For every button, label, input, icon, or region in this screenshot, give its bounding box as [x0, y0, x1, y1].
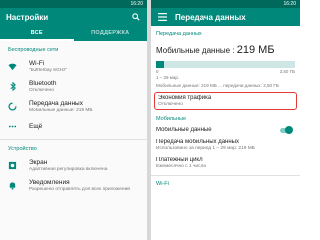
display-icon [8, 161, 17, 170]
page-title: Настройки [6, 12, 49, 22]
usage-summary: Мобильные данные: 219 МБ ... передачи да… [156, 83, 279, 88]
settings-screen: 16:20 Настройки ВСЕ ПОДДЕРЖКА Беспроводн… [0, 0, 147, 240]
usage-progress-bar [156, 61, 295, 68]
billing-cycle-item[interactable]: Платежный цикл Ежемесячно с 1 числа [151, 154, 300, 172]
mobile-data-switch[interactable] [280, 126, 293, 134]
status-time: 16:20 [283, 1, 296, 7]
transfer-label: Передача мобильных данных [156, 139, 239, 145]
status-bar: 16:20 [0, 0, 147, 8]
item-sub: "buffterbay 5GHz" [29, 67, 68, 73]
data-usage-screen: 16:20 Передача данных Передача данных Мо… [151, 0, 300, 240]
mobile-data-total-label: Мобильные данные : [156, 46, 237, 55]
notifications-icon [8, 181, 17, 190]
wifi-icon [8, 62, 17, 71]
section-mobile: Мобильные [156, 116, 187, 122]
mobile-data-label: Мобильные данные [156, 127, 212, 133]
item-label: Wi-Fi [29, 59, 45, 67]
search-icon[interactable] [131, 12, 141, 22]
bluetooth-icon [8, 81, 17, 91]
item-label: Ещё [29, 122, 43, 130]
data-saver-label: Экономия трафика [158, 95, 212, 101]
mobile-data-transfer-item[interactable]: Передача мобильных данных Использовано з… [151, 136, 300, 154]
item-sub: Адаптивная регулировка включена [29, 166, 108, 172]
settings-item-notifications[interactable]: Уведомления Разрешено отправлять для все… [0, 175, 147, 195]
billing-label: Платежный цикл [156, 157, 203, 163]
item-label: Передача данных [29, 99, 83, 107]
status-time: 16:20 [130, 1, 143, 7]
tab-support[interactable]: ПОДДЕРЖКА [74, 26, 148, 41]
section-device: Устройство [8, 146, 37, 152]
page-title: Передача данных [175, 12, 246, 22]
settings-item-wifi[interactable]: Wi-Fi "buffterbay 5GHz" [0, 56, 147, 76]
item-sub: Отключено [29, 87, 54, 93]
status-bar: 16:20 [151, 0, 300, 8]
item-sub: Разрешено отправлять для всех приложений [29, 186, 130, 192]
switch-knob [285, 126, 293, 134]
settings-item-more[interactable]: Ещё [0, 116, 147, 136]
mobile-data-total: Мобильные данные : 219 МБ [151, 39, 300, 58]
billing-sub: Ежемесячно с 1 числа [156, 164, 206, 169]
section-wireless: Беспроводные сети [8, 47, 59, 53]
app-bar: Настройки [0, 8, 147, 26]
data-usage-icon [8, 101, 17, 111]
more-icon [8, 122, 17, 131]
usage-bar-scale: 0 3,50 ГБ [151, 68, 300, 75]
data-saver-status: Отключено [158, 102, 183, 107]
item-label: Bluetooth [29, 79, 57, 87]
settings-item-data-usage[interactable]: Передача данных Мобильные данные: 219 МБ [0, 96, 147, 116]
data-saver-item[interactable]: Экономия трафика Отключено [154, 92, 297, 110]
settings-item-bluetooth[interactable]: Bluetooth Отключено [0, 76, 147, 96]
item-label: Экран [29, 158, 48, 166]
menu-icon[interactable] [157, 12, 167, 22]
section-wifi: Wi-Fi [156, 181, 169, 187]
app-bar: Передача данных [151, 8, 300, 26]
item-label: Уведомления [29, 178, 70, 186]
usage-progress-fill [156, 61, 165, 68]
transfer-sub: Использовано за период 1 – 29 мар: 219 М… [156, 146, 255, 151]
tab-bar: ВСЕ ПОДДЕРЖКА [0, 26, 147, 41]
mobile-data-total-value: 219 МБ [236, 44, 275, 56]
mobile-data-toggle-row[interactable]: Мобильные данные [151, 124, 300, 136]
settings-item-display[interactable]: Экран Адаптивная регулировка включена [0, 155, 147, 175]
usage-bar-max: 3,50 ГБ [279, 69, 295, 74]
section-data-usage: Передача данных [156, 31, 202, 37]
usage-bar-min: 0 [156, 69, 159, 74]
tab-all[interactable]: ВСЕ [0, 26, 74, 41]
item-sub: Мобильные данные: 219 МБ [29, 107, 93, 113]
